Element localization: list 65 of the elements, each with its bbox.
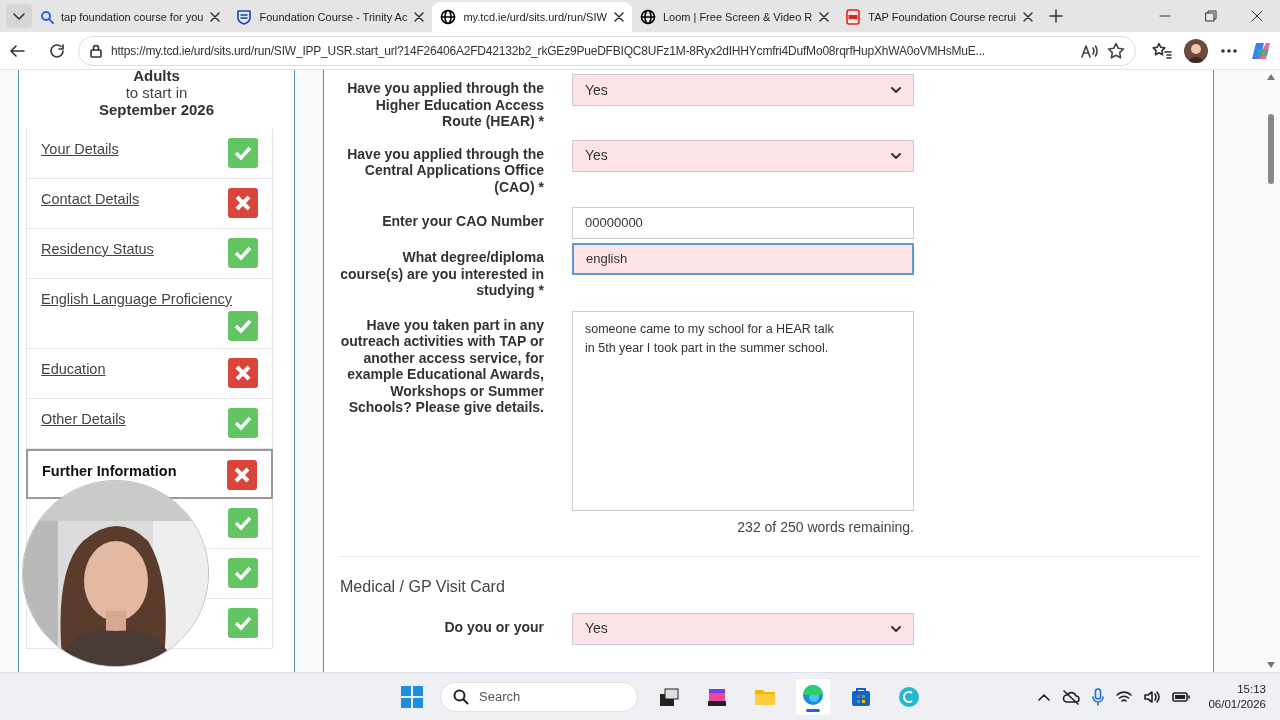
clock-date: 06/01/2026 (1208, 696, 1266, 712)
word-counter: 232 of 250 words remaining. (737, 517, 914, 537)
favorites-icon[interactable] (1152, 41, 1172, 60)
sidebar-heading: Adults (133, 70, 180, 84)
address-field[interactable]: https://my.tcd.ie/urd/sits.urd/run/SIW_IPP_USR.start_url?14F26406A2FD42132b2_rkGEz9PueDFBIQC8UFz1M-8Ryx2dIHHYcmfri4DufMo08rqrfHupXhWA0oVMHsMuE... (78, 35, 1136, 66)
section-heading: Medical / GP Visit Card (340, 576, 506, 597)
microphone-icon[interactable] (1092, 687, 1105, 706)
start-icon[interactable] (398, 683, 426, 711)
reload-icon[interactable] (48, 41, 66, 60)
scrollbar-thumb[interactable] (1268, 114, 1274, 184)
close-icon[interactable] (414, 12, 425, 22)
field-label: What degree/diploma course(s) are you interested in studying * (340, 248, 544, 299)
search-icon (453, 689, 469, 705)
sidebar-item[interactable]: Education (26, 348, 273, 399)
edge-icon[interactable] (796, 679, 830, 715)
field-label: Have you applied through the Higher Education Access Route (HEAR) * (346, 79, 544, 130)
battery-icon[interactable] (1172, 690, 1191, 703)
sidebar-item[interactable]: Your Details (26, 129, 273, 179)
browser-tab[interactable]: Foundation Course - Trinity Ac (228, 2, 433, 32)
scroll-up-icon[interactable] (1267, 74, 1275, 80)
close-icon[interactable] (210, 12, 221, 22)
dropdown-icon[interactable] (6, 4, 32, 28)
cloud-off-icon[interactable] (1062, 688, 1081, 705)
close-icon[interactable] (613, 12, 624, 22)
chevron-icon (891, 624, 901, 633)
field-label: Have you applied through the Central Applications Office (CAO) * (346, 144, 544, 195)
browser-tab[interactable]: tap foundation course for you (32, 2, 229, 32)
star-icon[interactable] (1107, 41, 1125, 60)
globe-icon (639, 9, 656, 25)
sidebar-item[interactable]: Contact Details (26, 179, 273, 229)
select-field[interactable]: Yes (572, 612, 914, 645)
clock-time: 15:13 (1237, 681, 1266, 697)
sidebar-item[interactable]: Residency Status (26, 229, 273, 279)
lock-icon (89, 43, 103, 58)
new-tab-icon[interactable] (1048, 9, 1063, 23)
field-label: Enter your CAO Number (381, 212, 544, 230)
search-icon (40, 10, 54, 24)
globe-icon (440, 9, 457, 25)
volume-icon[interactable] (1144, 689, 1161, 704)
wifi-icon[interactable] (1116, 689, 1133, 704)
browser-tab[interactable]: my.tcd.ie/urd/sits.urd/run/SIW (432, 2, 632, 32)
taskbar-search-field[interactable]: Search (440, 682, 638, 712)
sidebar-item[interactable]: Other Details (26, 398, 273, 449)
close-icon[interactable] (819, 12, 830, 22)
pdf-icon (845, 9, 862, 25)
field-label: Do you or your (443, 617, 544, 635)
chevron-icon (891, 151, 901, 160)
shield-icon (236, 9, 253, 25)
profile-avatar[interactable] (1184, 38, 1208, 63)
textarea-field[interactable]: someone came to my school for a HEAR talk in 5th year I took part in the summer school. (572, 310, 914, 511)
scroll-down-icon[interactable] (1267, 662, 1275, 668)
select-field[interactable]: Yes (572, 139, 914, 172)
input-field[interactable]: english (572, 243, 914, 275)
browser-tab[interactable]: Loom | Free Screen & Video R (631, 2, 838, 32)
select-field[interactable]: Yes (572, 74, 914, 106)
field-label: Have you taken part in any outreach activities with TAP or another access service, for example Educational Awards, Workshops or Summer Schools? Please give details. (340, 315, 544, 416)
sidebar-date: September 2026 (98, 101, 215, 119)
input-field[interactable]: 00000000 (572, 207, 914, 239)
browser-tab[interactable]: TAP Foundation Course recrui (837, 2, 1041, 32)
sidebar-subtitle: to start in (125, 84, 188, 101)
chevron-icon (891, 86, 901, 94)
sidebar-item[interactable]: English Language Proficiency (26, 279, 273, 349)
close-icon[interactable] (1022, 12, 1033, 22)
read-aloud-icon[interactable] (1081, 42, 1099, 59)
chevron-up-icon[interactable] (1038, 692, 1051, 701)
